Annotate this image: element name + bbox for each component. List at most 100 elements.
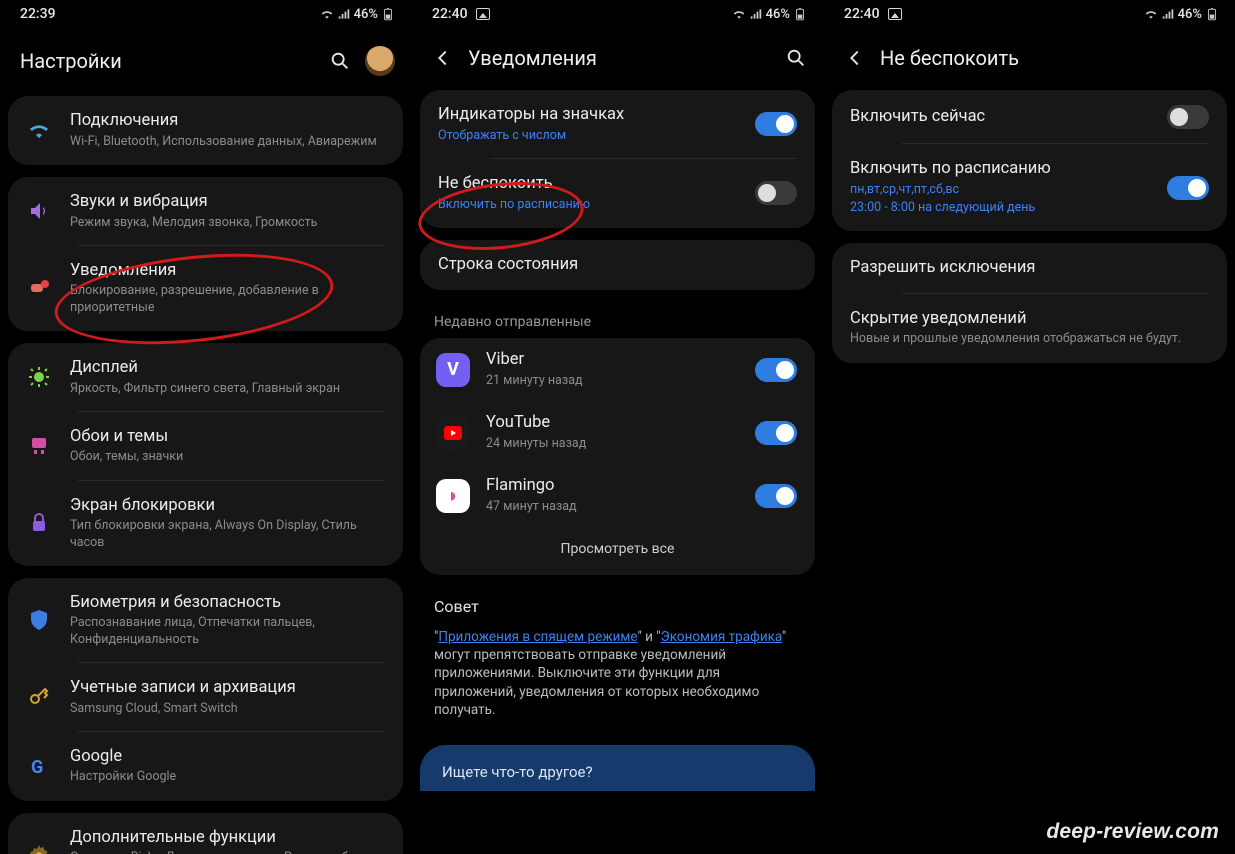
row-sub: Распознавание лица, Отпечатки пальцев, К… xyxy=(70,615,385,648)
app-row[interactable]: V Viber 21 минуту назад xyxy=(420,338,815,401)
toggle-app[interactable] xyxy=(755,421,797,445)
toggle-app[interactable] xyxy=(755,484,797,508)
battery-icon xyxy=(793,7,807,21)
toggle-enable-now[interactable] xyxy=(1167,105,1209,129)
row-title: Дисплей xyxy=(70,358,385,379)
battery-text: 46% xyxy=(766,7,790,22)
wall-icon xyxy=(26,433,52,459)
key-icon xyxy=(26,684,52,710)
suggestion-bubble[interactable]: Ищете что-то другое? xyxy=(420,745,815,791)
app-icon: V xyxy=(436,353,470,387)
card-exceptions: Разрешить исключения Скрытие уведомлений… xyxy=(832,243,1227,363)
watermark: deep-review.com xyxy=(1046,820,1219,844)
row-sub: Блокирование, разрешение, добавление в п… xyxy=(70,283,385,316)
settings-row-gear[interactable]: Дополнительные функции Сценарии Bixby, Д… xyxy=(8,813,403,854)
row-title: Включить сейчас xyxy=(850,107,1149,128)
row-title: Google xyxy=(70,747,385,768)
battery-icon xyxy=(381,7,395,21)
lock-icon xyxy=(26,510,52,536)
wifi-icon xyxy=(732,7,746,21)
app-name: Flamingo xyxy=(486,476,739,497)
row-title: Звуки и вибрация xyxy=(70,192,385,213)
phone-notifications: 22:40 46% Уведомления Индикаторы на знач… xyxy=(412,0,823,854)
shield-icon xyxy=(26,607,52,633)
view-all-button[interactable]: Просмотреть все xyxy=(420,527,815,575)
row-hide-notifications[interactable]: Скрытие уведомлений Новые и прошлые увед… xyxy=(832,294,1227,363)
status-bar: 22:40 46% xyxy=(412,0,823,28)
settings-row-google[interactable]: G Google Настройки Google xyxy=(8,732,403,801)
page-title: Настройки xyxy=(20,49,315,73)
settings-group: Биометрия и безопасность Распознавание л… xyxy=(8,578,403,801)
status-left: 22:40 xyxy=(844,6,902,22)
app-row[interactable]: YouTube 24 минуты назад xyxy=(420,401,815,464)
settings-group: Звуки и вибрация Режим звука, Мелодия зв… xyxy=(8,177,403,331)
tip-title: Совет xyxy=(434,597,801,616)
back-icon[interactable] xyxy=(432,47,454,69)
settings-row-display[interactable]: Дисплей Яркость, Фильтр синего света, Гл… xyxy=(8,343,403,412)
header: Настройки xyxy=(0,28,411,96)
header: Не беспокоить xyxy=(824,28,1235,90)
row-dnd[interactable]: Не беспокоить Включить по расписанию xyxy=(420,159,815,228)
settings-row-key[interactable]: Учетные записи и архивация Samsung Cloud… xyxy=(8,663,403,732)
row-badge-indicators[interactable]: Индикаторы на значках Отображать с число… xyxy=(420,90,815,159)
settings-row-sound[interactable]: Звуки и вибрация Режим звука, Мелодия зв… xyxy=(8,177,403,246)
row-title: Дополнительные функции xyxy=(70,828,385,849)
app-icon xyxy=(436,416,470,450)
settings-row-lock[interactable]: Экран блокировки Тип блокировки экрана, … xyxy=(8,481,403,566)
row-title: Строка состояния xyxy=(438,255,797,276)
settings-row-shield[interactable]: Биометрия и безопасность Распознавание л… xyxy=(8,578,403,663)
toggle-app[interactable] xyxy=(755,358,797,382)
search-icon[interactable] xyxy=(785,47,807,69)
settings-row-wall[interactable]: Обои и темы Обои, темы, значки xyxy=(8,412,403,481)
row-title: Индикаторы на значках xyxy=(438,105,737,126)
toggle-enable-schedule[interactable] xyxy=(1167,176,1209,200)
tip-body: "Приложения в спящем режиме" и "Экономия… xyxy=(434,628,801,719)
toggle-badges[interactable] xyxy=(755,112,797,136)
row-sub: Сценарии Bixby, Движения и жесты, Режим … xyxy=(70,850,385,854)
back-icon[interactable] xyxy=(844,47,866,69)
phone-settings: 22:39 46% Настройки Подключения Wi-Fi, B… xyxy=(0,0,411,854)
status-indicators: 46% xyxy=(320,7,395,22)
row-title: Учетные записи и архивация xyxy=(70,678,385,699)
search-icon[interactable] xyxy=(329,50,351,72)
profile-avatar[interactable] xyxy=(365,46,395,76)
row-enable-now[interactable]: Включить сейчас xyxy=(832,90,1227,144)
card-recent-apps: V Viber 21 минуту назад YouTube 24 минут… xyxy=(420,338,815,575)
toggle-dnd[interactable] xyxy=(755,181,797,205)
row-title: Подключения xyxy=(70,111,385,132)
row-sub: Samsung Cloud, Smart Switch xyxy=(70,701,385,717)
row-title: Разрешить исключения xyxy=(850,258,1209,279)
signal-icon xyxy=(337,7,351,21)
row-sub: Настройки Google xyxy=(70,769,385,785)
row-title: Экран блокировки xyxy=(70,496,385,517)
row-title: Уведомления xyxy=(70,261,385,282)
row-sub-time: 23:00 - 8:00 на следующий день xyxy=(850,200,1149,216)
battery-text: 46% xyxy=(1178,7,1202,22)
row-sub: Wi-Fi, Bluetooth, Использование данных, … xyxy=(70,134,385,150)
gear-icon xyxy=(26,842,52,854)
screenshot-icon xyxy=(476,8,490,20)
battery-text: 46% xyxy=(354,7,378,22)
app-time: 21 минуту назад xyxy=(486,373,739,389)
row-statusbar[interactable]: Строка состояния xyxy=(420,240,815,291)
settings-row-wifi[interactable]: Подключения Wi-Fi, Bluetooth, Использова… xyxy=(8,96,403,165)
card-badges-dnd: Индикаторы на значках Отображать с число… xyxy=(420,90,815,228)
app-time: 47 минут назад xyxy=(486,499,739,515)
row-title: Не беспокоить xyxy=(438,174,737,195)
tip-block: Совет "Приложения в спящем режиме" и "Эк… xyxy=(412,587,823,737)
tip-link-traffic[interactable]: Экономия трафика xyxy=(661,629,782,645)
header: Уведомления xyxy=(412,28,823,90)
status-time: 22:40 xyxy=(844,6,880,22)
row-allow-exceptions[interactable]: Разрешить исключения xyxy=(832,243,1227,294)
battery-icon xyxy=(1205,7,1219,21)
app-name: YouTube xyxy=(486,413,739,434)
settings-row-notif[interactable]: Уведомления Блокирование, разрешение, до… xyxy=(8,246,403,331)
tip-link-sleep[interactable]: Приложения в спящем режиме xyxy=(438,629,637,645)
row-sub: Новые и прошлые уведомления отображаться… xyxy=(850,331,1209,347)
row-enable-schedule[interactable]: Включить по расписанию пн,вт,ср,чт,пт,сб… xyxy=(832,144,1227,231)
page-title: Не беспокоить xyxy=(880,46,1219,70)
app-row[interactable]: ◗ Flamingo 47 минут назад xyxy=(420,464,815,527)
signal-icon xyxy=(749,7,763,21)
row-sub: Отображать с числом xyxy=(438,128,737,144)
settings-group: Дополнительные функции Сценарии Bixby, Д… xyxy=(8,813,403,854)
